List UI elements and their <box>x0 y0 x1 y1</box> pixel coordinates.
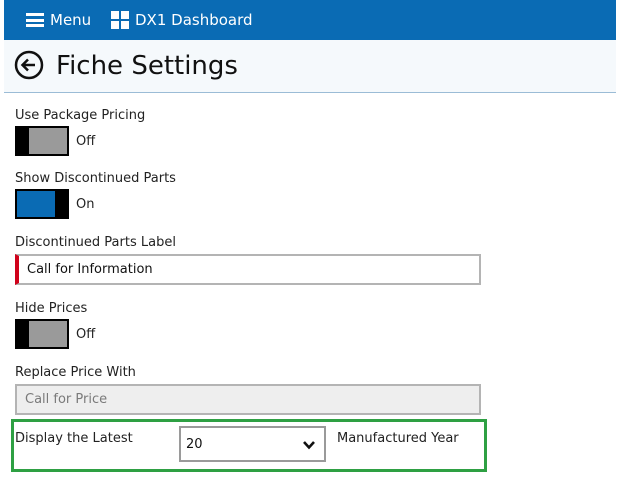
replace-price-label: Replace Price With <box>15 365 136 380</box>
menu-button[interactable]: Menu <box>26 9 91 31</box>
hide-prices-label: Hide Prices <box>15 301 88 316</box>
back-arrow-icon[interactable] <box>14 50 44 80</box>
package-pricing-label: Use Package Pricing <box>15 108 146 123</box>
select-value: 20 <box>186 437 203 452</box>
toggle-knob <box>55 189 69 219</box>
app-frame: Menu DX1 Dashboard Fiche Settings Use Pa… <box>4 0 616 502</box>
toggle-knob <box>15 126 29 156</box>
hamburger-icon <box>26 13 44 27</box>
package-pricing-toggle[interactable] <box>15 126 69 156</box>
package-pricing-state: Off <box>76 134 96 149</box>
windows-grid-icon <box>111 11 129 29</box>
hide-prices-toggle[interactable] <box>15 319 69 349</box>
discontinued-parts-label: Show Discontinued Parts <box>15 171 176 186</box>
top-nav-bar: Menu DX1 Dashboard <box>4 0 616 40</box>
toggle-knob <box>15 319 29 349</box>
manufactured-year-select[interactable]: 20 <box>179 426 326 462</box>
discontinued-label-label: Discontinued Parts Label <box>15 235 176 250</box>
display-latest-suffix: Manufactured Year <box>337 431 459 446</box>
page-header: Fiche Settings <box>4 40 616 93</box>
dashboard-label: DX1 Dashboard <box>135 11 253 29</box>
chevron-down-icon <box>303 441 315 450</box>
replace-price-input: Call for Price <box>15 384 481 415</box>
discontinued-label-input[interactable]: Call for Information <box>15 254 481 285</box>
dashboard-button[interactable]: DX1 Dashboard <box>111 9 253 31</box>
menu-label: Menu <box>50 11 92 29</box>
hide-prices-state: Off <box>76 327 96 342</box>
discontinued-parts-toggle[interactable] <box>15 189 69 219</box>
discontinued-parts-state: On <box>76 197 95 212</box>
page-title: Fiche Settings <box>56 51 238 81</box>
display-latest-label: Display the Latest <box>15 431 133 446</box>
